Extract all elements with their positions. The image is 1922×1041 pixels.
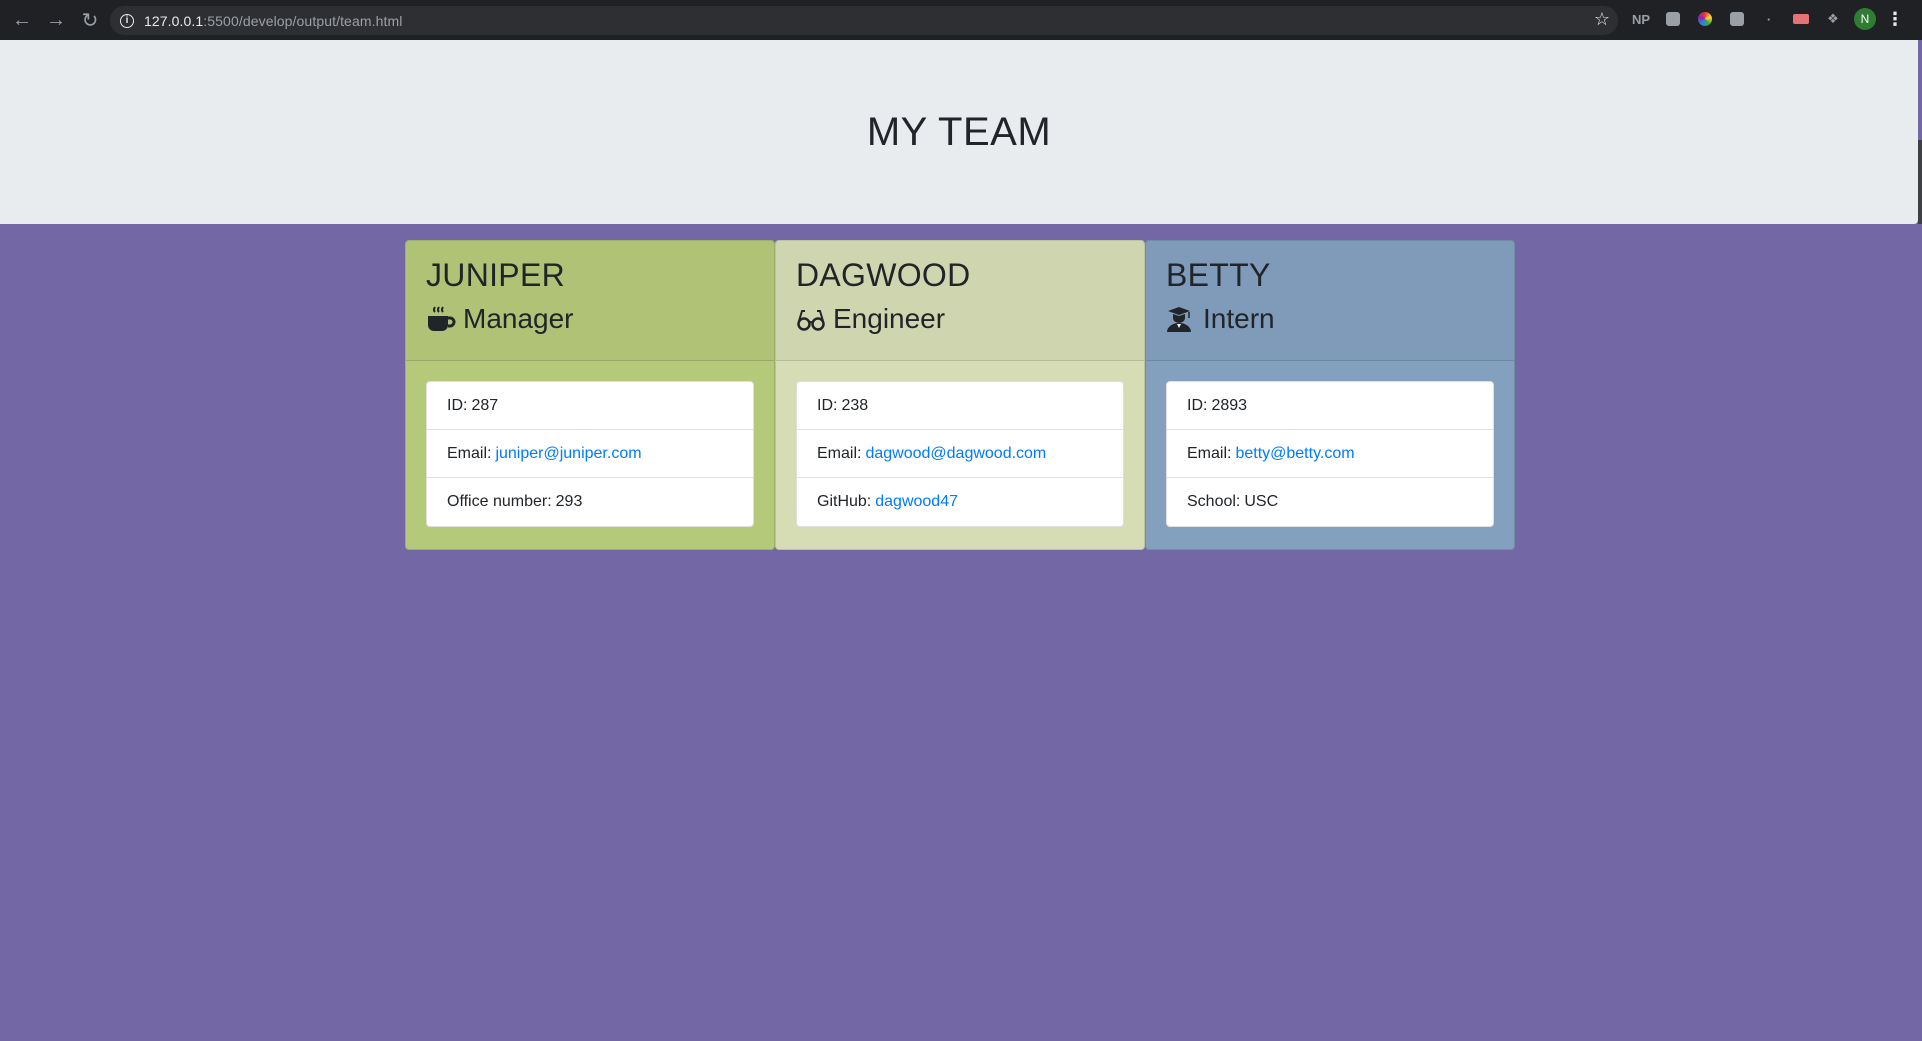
extension-notes-icon[interactable]	[1662, 8, 1684, 30]
field-value: 238	[841, 396, 869, 414]
employee-name: DAGWOOD	[796, 257, 971, 293]
role-label: Engineer	[833, 303, 946, 334]
field-label: ID:	[1187, 396, 1208, 414]
field-label: ID:	[817, 396, 838, 414]
list-item: GitHub: dagwood47	[797, 478, 1123, 526]
extension-code-icon[interactable]: ·	[1758, 8, 1780, 30]
employee-card: JUNIPER Manager ID: 287 Email: juniper@junipe…	[405, 240, 775, 550]
extensions-bar: NP · ❖ N ⋮	[1630, 8, 1904, 30]
employee-name: BETTY	[1166, 257, 1271, 293]
info-list: ID: 238 Email: dagwood@dagwood.com GitHub: da…	[796, 381, 1124, 527]
mug-icon	[426, 305, 456, 333]
info-icon[interactable]: i	[120, 13, 134, 28]
card-body: ID: 2893 Email: betty@betty.com School: USC	[1146, 361, 1514, 547]
list-item: Email: dagwood@dagwood.com	[797, 430, 1123, 478]
employee-role: Intern	[1166, 303, 1494, 335]
field-link[interactable]: juniper@juniper.com	[495, 445, 641, 463]
url-text[interactable]: 127.0.0.1:5500/develop/output/team.html	[144, 13, 402, 29]
graduate-icon	[1166, 305, 1196, 333]
field-label: Email:	[447, 444, 492, 462]
url-path: :5500/develop/output/team.html	[203, 12, 403, 29]
profile-avatar[interactable]: N	[1854, 8, 1876, 30]
employee-role: Engineer	[796, 303, 1124, 335]
employee-role: Manager	[426, 303, 754, 335]
puzzle-icon[interactable]: ❖	[1822, 8, 1844, 30]
list-item: ID: 287	[427, 382, 753, 430]
url-host: 127.0.0.1	[144, 12, 204, 29]
address-bar[interactable]: i 127.0.0.1:5500/develop/output/team.htm…	[110, 6, 1618, 35]
forward-arrow-icon[interactable]: →	[40, 4, 72, 36]
field-value: 293	[555, 493, 583, 510]
extension-np-icon[interactable]: NP	[1630, 8, 1652, 30]
employee-name: JUNIPER	[426, 257, 566, 293]
list-item: Email: betty@betty.com	[1167, 430, 1493, 478]
kebab-menu-icon[interactable]: ⋮	[1886, 9, 1904, 30]
scrollbar[interactable]	[1918, 140, 1922, 224]
reload-icon[interactable]: ↻	[74, 4, 106, 36]
field-label: GitHub:	[817, 493, 872, 510]
field-label: School:	[1187, 493, 1241, 510]
info-list: ID: 287 Email: juniper@juniper.com Office nu…	[426, 381, 754, 527]
team-cards: JUNIPER Manager ID: 287 Email: juniper@junipe…	[405, 240, 1515, 550]
employee-card: BETTY Intern ID: 2893 Email: betty@betty.com S…	[1145, 240, 1515, 550]
role-label: Intern	[1203, 303, 1275, 334]
list-item: ID: 238	[797, 382, 1123, 430]
field-label: Email:	[1187, 444, 1232, 462]
extension-color-picker-icon[interactable]	[1694, 8, 1716, 30]
card-header: DAGWOOD Engineer	[776, 241, 1144, 361]
list-item: School: USC	[1167, 478, 1493, 526]
card-header: JUNIPER Manager	[406, 241, 774, 361]
card-body: ID: 238 Email: dagwood@dagwood.com GitHub: da…	[776, 361, 1144, 547]
bookmark-star-icon[interactable]: ☆	[1594, 9, 1610, 30]
page-title: MY TEAM	[866, 109, 1052, 154]
field-value: 287	[471, 396, 499, 414]
field-link[interactable]: dagwood@dagwood.com	[865, 445, 1046, 463]
list-item: Email: juniper@juniper.com	[427, 430, 753, 478]
field-link[interactable]: dagwood47	[875, 493, 958, 511]
list-item: ID: 2893	[1167, 382, 1493, 430]
field-value: 2893	[1211, 396, 1248, 414]
back-arrow-icon[interactable]: ←	[6, 4, 38, 36]
header-jumbotron: MY TEAM	[0, 40, 1918, 224]
field-link[interactable]: betty@betty.com	[1235, 445, 1354, 463]
card-body: ID: 287 Email: juniper@juniper.com Office nu…	[406, 361, 774, 547]
role-label: Manager	[463, 303, 574, 334]
list-item: Office number: 293	[427, 478, 753, 526]
field-label: Office number:	[447, 493, 552, 510]
extension-screen-recorder-icon[interactable]	[1790, 8, 1812, 30]
glasses-icon	[796, 305, 826, 333]
employee-card: DAGWOOD Engineer ID: 238 Email: dagwood@dagwo…	[775, 240, 1145, 550]
browser-toolbar: ← → ↻ i 127.0.0.1:5500/develop/output/te…	[0, 0, 1922, 40]
field-label: Email:	[817, 444, 862, 462]
extension-mail-icon[interactable]	[1726, 8, 1748, 30]
field-value: USC	[1244, 493, 1279, 510]
card-header: BETTY Intern	[1146, 241, 1514, 361]
info-list: ID: 2893 Email: betty@betty.com School: USC	[1166, 381, 1494, 527]
field-label: ID:	[447, 396, 468, 414]
